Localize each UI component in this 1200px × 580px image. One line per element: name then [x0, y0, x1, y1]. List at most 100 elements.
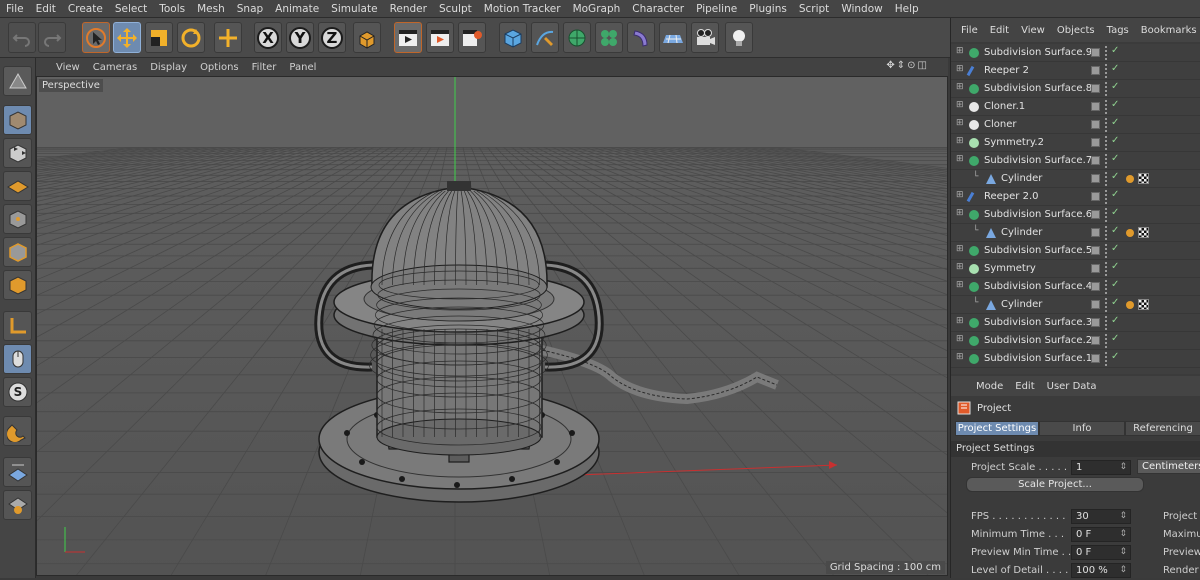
visibility-dots-icon[interactable] [1105, 280, 1108, 294]
property-field[interactable]: 0 F [1071, 545, 1131, 560]
scale-button[interactable] [145, 22, 173, 53]
visibility-dots-icon[interactable] [1105, 136, 1108, 150]
expand-icon[interactable]: ⊞ [956, 100, 964, 110]
layer-flag-icon[interactable] [1091, 102, 1100, 111]
add-subdivision-button[interactable] [563, 22, 591, 53]
visibility-dots-icon[interactable] [1105, 190, 1108, 204]
render-settings-button[interactable] [458, 22, 486, 53]
object-row[interactable]: ⊞ Subdivision Surface.7 ✓ [951, 152, 1200, 170]
enabled-check-icon[interactable]: ✓ [1111, 351, 1119, 362]
viewport-menu-view[interactable]: View [56, 62, 80, 73]
viewport-menu-panel[interactable]: Panel [289, 62, 316, 73]
project-scale-field[interactable]: 1 [1071, 460, 1131, 475]
enabled-check-icon[interactable]: ✓ [1111, 315, 1119, 326]
expand-icon[interactable]: ⊞ [956, 280, 964, 290]
property-field[interactable]: 0 F [1071, 527, 1131, 542]
live-selection-button[interactable] [82, 22, 110, 53]
planar-workplane-button[interactable] [3, 490, 32, 520]
layer-flag-icon[interactable] [1091, 156, 1100, 165]
x-axis-lock-button[interactable]: X [254, 22, 282, 53]
layer-flag-icon[interactable] [1091, 174, 1100, 183]
enabled-check-icon[interactable]: ✓ [1111, 45, 1119, 56]
polygons-mode-button[interactable] [3, 270, 32, 300]
object-row[interactable]: ⊞ Subdivision Surface.5 ✓ [951, 242, 1200, 260]
render-picture-viewer-button[interactable] [426, 22, 454, 53]
layer-flag-icon[interactable] [1091, 210, 1100, 219]
tab-project-settings[interactable]: Project Settings [955, 421, 1039, 436]
object-row[interactable]: └ Cylinder ✓ [951, 296, 1200, 314]
add-cloner-button[interactable] [595, 22, 623, 53]
visibility-dots-icon[interactable] [1105, 226, 1108, 240]
visibility-dots-icon[interactable] [1105, 334, 1108, 348]
enabled-check-icon[interactable]: ✓ [1111, 279, 1119, 290]
expand-icon[interactable]: ⊞ [956, 118, 964, 128]
menu-item-create[interactable]: Create [62, 3, 109, 15]
viewport-nav-icons[interactable]: ✥⇕⊙◫ [886, 60, 929, 71]
attributes-menu-user-data[interactable]: User Data [1047, 381, 1097, 392]
expand-icon[interactable]: ⊞ [956, 334, 964, 344]
menu-item-mesh[interactable]: Mesh [191, 3, 231, 15]
snapping-button[interactable]: S [3, 377, 32, 407]
objects-menu-file[interactable]: File [961, 25, 978, 36]
enabled-check-icon[interactable]: ✓ [1111, 261, 1119, 272]
expand-icon[interactable]: ⊞ [956, 46, 964, 56]
menu-item-tools[interactable]: Tools [153, 3, 191, 15]
objects-menu-tags[interactable]: Tags [1107, 25, 1129, 36]
expand-icon[interactable]: ⊞ [956, 208, 964, 218]
layer-flag-icon[interactable] [1091, 264, 1100, 273]
expand-icon[interactable]: ⊞ [956, 190, 964, 200]
undo-button[interactable] [8, 22, 36, 53]
edges-mode-button[interactable] [3, 237, 32, 267]
visibility-dots-icon[interactable] [1105, 316, 1108, 330]
attributes-menu-mode[interactable]: Mode [976, 381, 1003, 392]
layer-flag-icon[interactable] [1091, 48, 1100, 57]
object-row[interactable]: ⊞ Subdivision Surface.2 ✓ [951, 332, 1200, 350]
object-row[interactable]: ⊞ Reeper 2.0 ✓ [951, 188, 1200, 206]
enabled-check-icon[interactable]: ✓ [1111, 153, 1119, 164]
menu-item-pipeline[interactable]: Pipeline [690, 3, 743, 15]
add-light-button[interactable] [725, 22, 753, 53]
enabled-check-icon[interactable]: ✓ [1111, 171, 1119, 182]
viewport-menu-display[interactable]: Display [150, 62, 187, 73]
render-view-button[interactable] [394, 22, 422, 53]
menu-item-file[interactable]: File [0, 3, 30, 15]
phong-tag-icon[interactable] [1126, 229, 1134, 237]
layer-flag-icon[interactable] [1091, 66, 1100, 75]
add-camera-button[interactable] [691, 22, 719, 53]
objects-menu-view[interactable]: View [1021, 25, 1045, 36]
object-row[interactable]: ⊞ Cloner ✓ [951, 116, 1200, 134]
expand-icon[interactable]: ⊞ [956, 82, 964, 92]
visibility-dots-icon[interactable] [1105, 262, 1108, 276]
expand-icon[interactable]: ⊞ [956, 154, 964, 164]
enabled-check-icon[interactable]: ✓ [1111, 297, 1119, 308]
enable-snap-button[interactable] [3, 416, 32, 446]
menu-item-plugins[interactable]: Plugins [743, 3, 793, 15]
layer-flag-icon[interactable] [1091, 228, 1100, 237]
layer-flag-icon[interactable] [1091, 120, 1100, 129]
enabled-check-icon[interactable]: ✓ [1111, 99, 1119, 110]
model-mode-button[interactable] [3, 105, 32, 135]
layer-flag-icon[interactable] [1091, 300, 1100, 309]
menu-item-snap[interactable]: Snap [231, 3, 269, 15]
viewport-menu-options[interactable]: Options [200, 62, 239, 73]
object-row[interactable]: ⊞ Subdivision Surface.4 ✓ [951, 278, 1200, 296]
redo-button[interactable] [38, 22, 66, 53]
menu-item-window[interactable]: Window [835, 3, 888, 15]
menu-item-render[interactable]: Render [384, 3, 433, 15]
object-row[interactable]: ⊞ Symmetry.2 ✓ [951, 134, 1200, 152]
tab-info[interactable]: Info [1039, 421, 1125, 436]
object-list[interactable]: ⊞ Subdivision Surface.9 ✓ ⊞ Reeper 2 ✓ ⊞ Subdiv… [951, 44, 1200, 374]
object-row[interactable]: ⊞ Cloner.1 ✓ [951, 98, 1200, 116]
object-row[interactable]: ⊞ Subdivision Surface.6 ✓ [951, 206, 1200, 224]
menu-item-mograph[interactable]: MoGraph [567, 3, 627, 15]
menu-item-sculpt[interactable]: Sculpt [433, 3, 478, 15]
visibility-dots-icon[interactable] [1105, 352, 1108, 366]
layer-flag-icon[interactable] [1091, 354, 1100, 363]
viewport-menu-cameras[interactable]: Cameras [93, 62, 137, 73]
visibility-dots-icon[interactable] [1105, 46, 1108, 60]
object-row[interactable]: ⊞ Symmetry ✓ [951, 260, 1200, 278]
enabled-check-icon[interactable]: ✓ [1111, 117, 1119, 128]
layer-flag-icon[interactable] [1091, 192, 1100, 201]
visibility-dots-icon[interactable] [1105, 154, 1108, 168]
visibility-dots-icon[interactable] [1105, 298, 1108, 312]
